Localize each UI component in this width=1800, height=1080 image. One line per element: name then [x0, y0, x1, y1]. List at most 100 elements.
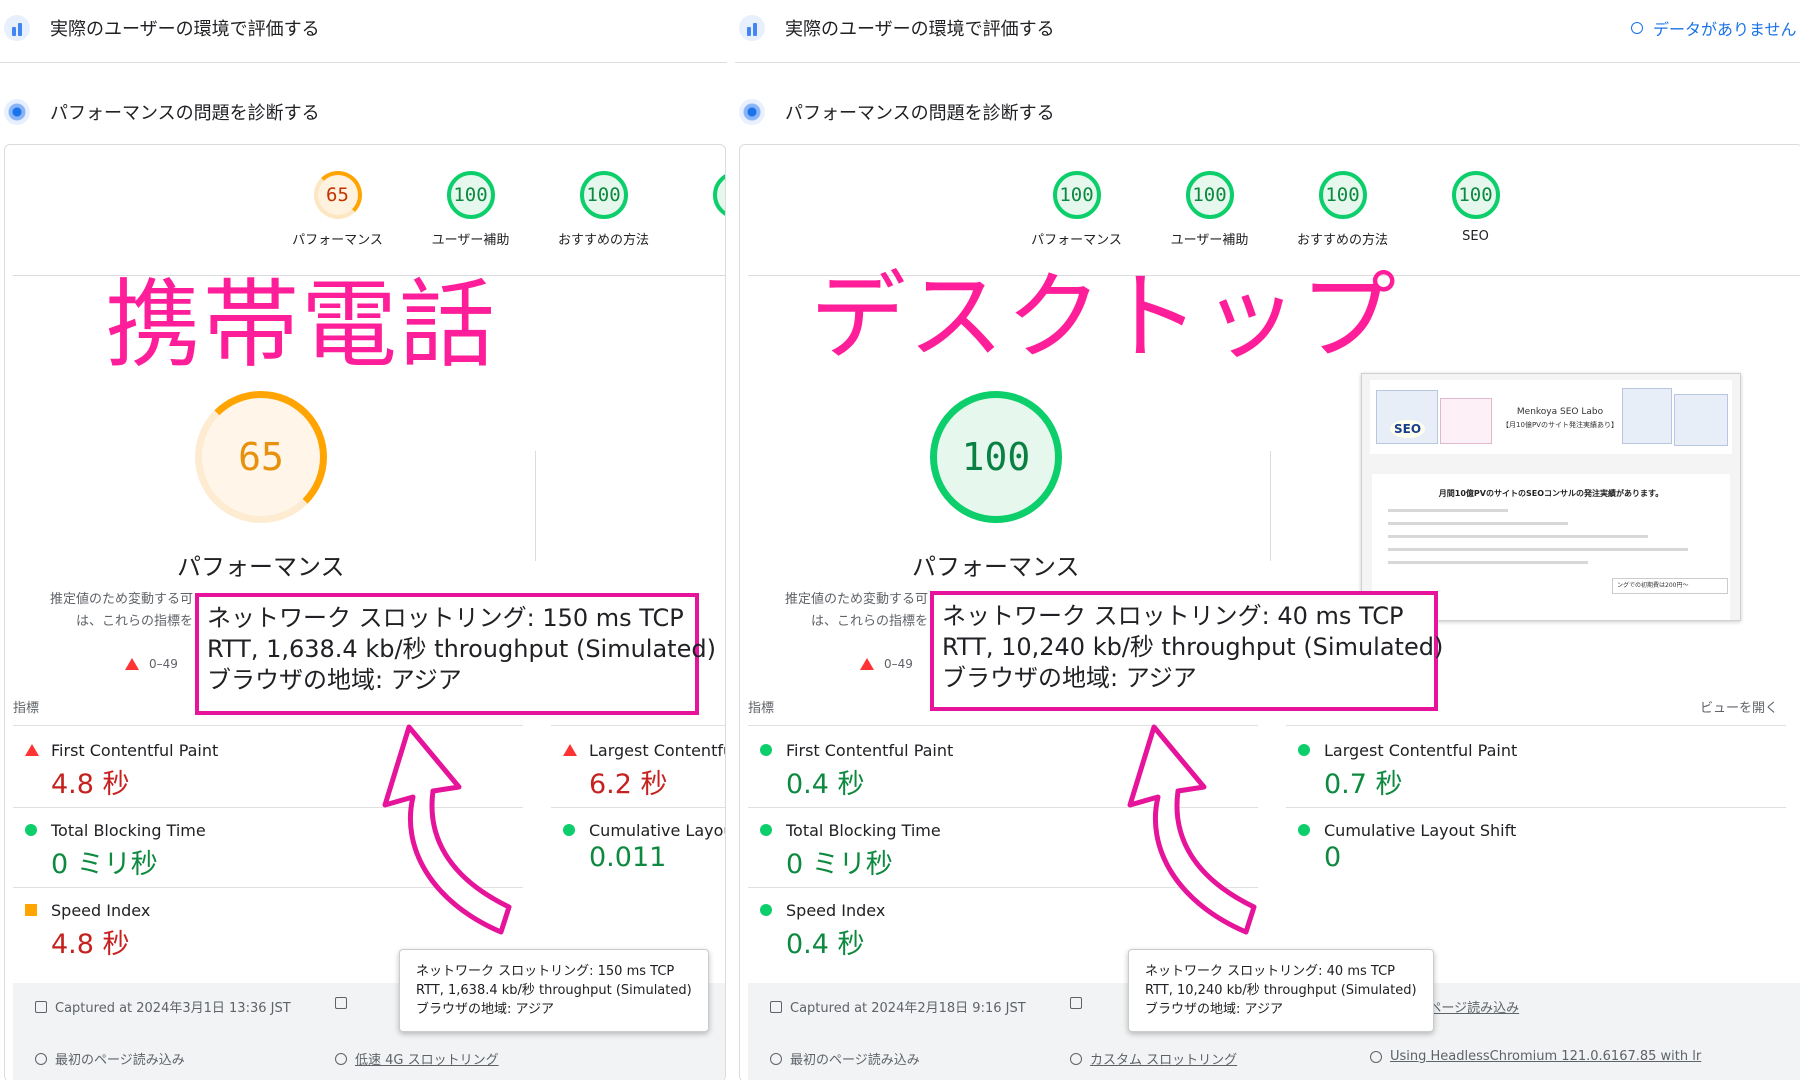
metric-name: First Contentful Paint	[786, 741, 954, 760]
lab-data-section-header[interactable]: パフォーマンスの問題を診断する	[735, 84, 1055, 140]
tooltip-line: ネットワーク スロットリング: 40 ms TCP	[1145, 964, 1395, 979]
score-ring: 1	[712, 171, 725, 219]
gauge-accessibility[interactable]: 100 ユーザー補助	[404, 171, 537, 248]
thumbnail-tile	[1440, 398, 1492, 444]
lighthouse-report-card: 65 パフォーマンス 100 ユーザー補助 100 おすすめの方法 1 S 携帯…	[4, 144, 726, 1080]
lab-data-title: パフォーマンスの問題を診断する	[50, 103, 320, 124]
throttling-tooltip: ネットワーク スロットリング: 40 ms TCP RTT, 10,240 kb…	[1128, 949, 1434, 1032]
field-data-icon	[739, 15, 765, 41]
seo-badge: SEO	[1390, 420, 1426, 438]
category-gauges: 100 パフォーマンス 100 ユーザー補助 100 おすすめの方法 100 S…	[1010, 171, 1542, 248]
desktop-report-panel: 実際のユーザーの環境で評価する データがありません パフォーマンスの問題を診断す…	[735, 0, 1800, 1080]
field-data-section-header[interactable]: 実際のユーザーの環境で評価する	[735, 0, 1055, 56]
metric-name: Largest Contentful	[589, 741, 726, 760]
calendar-icon	[35, 1000, 47, 1013]
performance-title: パフォーマンス	[912, 553, 1080, 581]
pass-dot-icon	[1298, 744, 1310, 756]
divider	[1286, 807, 1786, 808]
metric-name: Speed Index	[51, 901, 151, 920]
gauge-label: S	[670, 229, 725, 244]
metric-name: Largest Contentful Paint	[1324, 741, 1518, 760]
metric-name: Cumulative Layout	[589, 821, 726, 840]
metric-cls: Cumulative Layout 0.011	[551, 821, 726, 873]
gauge-label: SEO	[1462, 229, 1489, 244]
no-data-notice[interactable]: データがありません	[1631, 0, 1797, 56]
fail-triangle-icon	[860, 658, 874, 670]
gauge-label: おすすめの方法	[1296, 233, 1388, 248]
metric-value: 6.2 秒	[589, 769, 668, 800]
variability-note: 推定値のため変動する可 は、これらの指標を	[33, 589, 193, 633]
lab-data-section-header[interactable]: パフォーマンスの問題を診断する	[0, 84, 320, 140]
initial-load-text: 最初のページ読み込み	[55, 1053, 185, 1068]
gauge-best-practices[interactable]: 100 おすすめの方法	[537, 171, 670, 248]
gauge-seo[interactable]: 1 S	[670, 171, 725, 248]
score-legend: 0–49	[860, 657, 913, 671]
initial-load-text: 最初のページ読み込み	[790, 1053, 920, 1068]
annotation-up-arrow-icon	[382, 724, 512, 935]
metrics-heading: 指標	[13, 701, 40, 716]
annotation-throttling-callout: ネットワーク スロットリング: 150 ms TCP RTT, 1,638.4 …	[195, 593, 716, 715]
view-toggle-link[interactable]: ビューを開く	[1700, 697, 1778, 716]
note-line: は、これらの指標を	[810, 614, 928, 629]
captured-text: Captured at 2024年3月1日 13:36 JST	[55, 1001, 291, 1016]
metric-name: Speed Index	[786, 901, 886, 920]
timer-icon	[35, 1052, 47, 1065]
tooltip-line: ネットワーク スロットリング: 150 ms TCP	[416, 964, 675, 979]
gauge-label: ユーザー補助	[431, 233, 510, 248]
thumbnail-heading: 月間10億PVのサイトのSEOコンサルの発注実績があります。	[1438, 489, 1664, 498]
gauge-performance[interactable]: 65 パフォーマンス	[271, 171, 404, 248]
throttling-text[interactable]: カスタム スロットリング	[1090, 1049, 1237, 1068]
legend-range: 0–49	[149, 657, 178, 671]
gauge-performance[interactable]: 100 パフォーマンス	[1010, 171, 1143, 248]
callout-line: RTT, 1,638.4 kb/秒 throughput (Simulated)	[207, 635, 716, 663]
captured-at: Captured at 2024年3月1日 13:36 JST	[35, 997, 291, 1016]
score-ring: 100	[1185, 171, 1234, 219]
metric-name: Total Blocking Time	[786, 821, 941, 840]
lighthouse-report-card: 100 パフォーマンス 100 ユーザー補助 100 おすすめの方法 100 S…	[739, 144, 1800, 1080]
pass-dot-icon	[25, 824, 37, 836]
wifi-icon	[1070, 1052, 1082, 1065]
pass-dot-icon	[760, 904, 772, 916]
average-square-icon	[25, 904, 37, 916]
gauge-label: パフォーマンス	[292, 233, 383, 248]
legend-range: 0–49	[884, 657, 913, 671]
note-line: 推定値のため変動する可	[784, 592, 928, 607]
metric-lcp: Largest Contentful 6.2 秒	[551, 741, 726, 801]
gauge-label: おすすめの方法	[557, 233, 649, 248]
browser-text[interactable]: Using HeadlessChromium 121.0.6167.85 wit…	[1390, 1049, 1701, 1064]
throttling-text[interactable]: 低速 4G スロットリング	[355, 1049, 499, 1068]
field-data-title: 実際のユーザーの環境で評価する	[785, 19, 1055, 40]
browser-info-link[interactable]: Using HeadlessChromium 121.0.6167.85 wit…	[1370, 1049, 1701, 1064]
callout-line: ネットワーク スロットリング: 150 ms TCP	[207, 604, 684, 632]
device-info	[1070, 997, 1082, 1009]
fail-triangle-icon	[563, 744, 577, 756]
throttling-link[interactable]: カスタム スロットリング	[1070, 1049, 1237, 1068]
divider	[551, 807, 725, 808]
score-ring: 100	[1052, 171, 1101, 219]
thumbnail-banner: SEO Menkoya SEO Labo 【月10億PVのサイト発注実績あり】	[1370, 380, 1732, 454]
throttling-tooltip: ネットワーク スロットリング: 150 ms TCP RTT, 1,638.4 …	[399, 949, 709, 1032]
site-name: Menkoya SEO Labo	[1516, 407, 1604, 417]
initial-load: 最初のページ読み込み	[770, 1049, 920, 1068]
throttling-link[interactable]: 低速 4G スロットリング	[335, 1049, 499, 1068]
metric-name: Total Blocking Time	[51, 821, 206, 840]
captured-at: Captured at 2024年2月18日 9:16 JST	[770, 997, 1026, 1016]
gauge-label: ユーザー補助	[1170, 233, 1249, 248]
callout-line: ブラウザの地域: アジア	[207, 666, 462, 694]
gauge-seo[interactable]: 100 SEO	[1409, 171, 1542, 248]
divider	[1270, 451, 1271, 561]
metric-name: First Contentful Paint	[51, 741, 219, 760]
gauge-best-practices[interactable]: 100 おすすめの方法	[1276, 171, 1409, 248]
chrome-icon	[1370, 1050, 1382, 1063]
thumbnail-tile	[1674, 394, 1728, 446]
field-data-section-header[interactable]: 実際のユーザーの環境で評価する	[0, 0, 320, 56]
site-tagline: 【月10億PVのサイト発注実績あり】	[1502, 421, 1618, 429]
metric-cls: Cumulative Layout Shift 0	[1286, 821, 1786, 873]
calendar-icon	[770, 1000, 782, 1013]
gauge-accessibility[interactable]: 100 ユーザー補助	[1143, 171, 1276, 248]
page-screenshot-thumbnail[interactable]: SEO Menkoya SEO Labo 【月10億PVのサイト発注実績あり】 …	[1361, 373, 1741, 621]
performance-big-gauge: 100	[930, 391, 1062, 523]
info-icon	[1631, 22, 1643, 34]
callout-line: RTT, 10,240 kb/秒 throughput (Simulated)	[942, 633, 1444, 661]
tooltip-line: RTT, 1,638.4 kb/秒 throughput (Simulated)	[416, 983, 692, 998]
